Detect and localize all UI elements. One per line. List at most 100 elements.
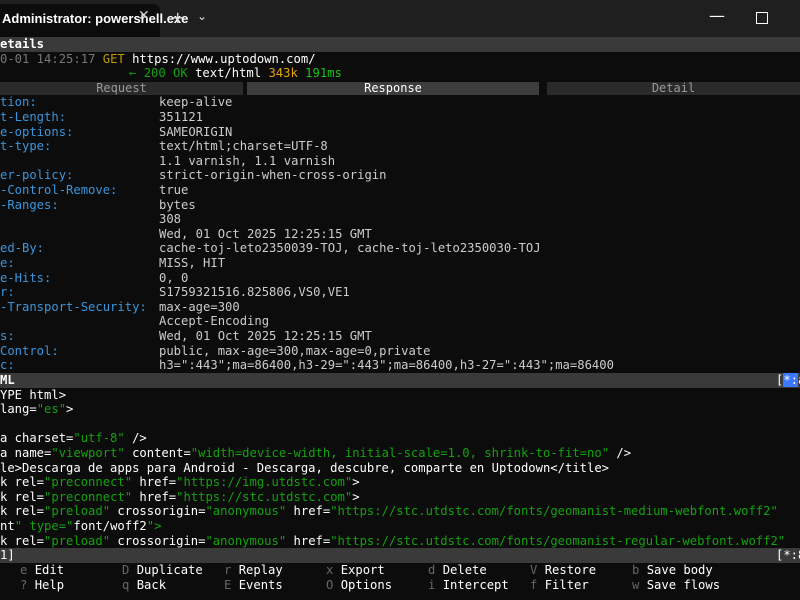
keybinding-help[interactable]: ? Help xyxy=(20,578,64,593)
header-value: keep-alive xyxy=(159,95,233,110)
keybinding-label: Duplicate xyxy=(136,563,203,577)
keybinding-label: Delete xyxy=(442,563,487,577)
keybinding-key: q xyxy=(122,577,130,592)
keybinding-replay[interactable]: r Replay xyxy=(224,563,283,578)
header-key: e: xyxy=(0,256,15,270)
tab-detail[interactable]: Detail xyxy=(547,81,800,95)
keybinding-key: b xyxy=(632,563,640,577)
header-key: tion: xyxy=(0,95,37,110)
status-right: [*:8 xyxy=(776,548,800,562)
header-value: Wed, 01 Oct 2025 12:25:15 GMT xyxy=(159,226,372,241)
keybinding-label: Intercept xyxy=(442,577,509,592)
header-value: true xyxy=(159,183,189,197)
chevron-down-icon[interactable]: ⌄ xyxy=(197,9,207,23)
header-value: strict-origin-when-cross-origin xyxy=(159,168,387,183)
keybinding-label: Options xyxy=(340,577,393,592)
header-value: bytes xyxy=(159,197,196,212)
keybinding-events[interactable]: E Events xyxy=(224,578,283,593)
header-value: cache-toj-leto2350039-TOJ, cache-toj-let… xyxy=(159,241,541,256)
new-tab-icon[interactable]: + xyxy=(171,8,184,27)
tab-request[interactable]: Request xyxy=(0,81,243,95)
detail-tabs: Request Response Detail xyxy=(0,81,800,96)
keybinding-label: Save flows xyxy=(646,577,721,592)
keybinding-key: i xyxy=(428,577,436,592)
body-line: nt" type="font/woff2"> xyxy=(0,519,162,533)
maximize-icon[interactable] xyxy=(756,12,768,24)
keybinding-key: E xyxy=(224,577,232,592)
header-key: ed-By: xyxy=(0,241,45,256)
header-value: max-age=300 xyxy=(159,299,240,314)
request-url: https://www.uptodown.com/ xyxy=(132,51,316,66)
keybinding-back[interactable]: q Back xyxy=(122,578,166,593)
minimize-icon[interactable]: — xyxy=(709,6,725,25)
tab-response[interactable]: Response xyxy=(247,81,539,95)
header-key: -Transport-Security: xyxy=(0,299,147,314)
response-line: ← 200 OK text/html 343k 191ms xyxy=(129,66,342,81)
terminal-tab[interactable]: Administrator: powershell.exe ✕ xyxy=(0,4,188,37)
body-type-label: ML xyxy=(0,373,15,387)
header-key: t-type: xyxy=(0,139,52,154)
header-key: er-policy: xyxy=(0,168,74,183)
header-key: Control: xyxy=(0,343,59,358)
body-line: k rel="preload" crossorigin="anonymous" … xyxy=(0,533,786,548)
body-line: a name="viewport" content="width=device-… xyxy=(0,446,632,460)
status-code: 200 OK xyxy=(143,66,188,81)
header-value: MISS, HIT xyxy=(159,256,226,270)
keybinding-key: V xyxy=(530,563,538,577)
keybinding-label: Help xyxy=(34,577,65,592)
terminal-pane[interactable]: etails 0-01 14:25:17 GET https://www.upt… xyxy=(0,37,800,600)
response-size: 343k xyxy=(268,66,298,81)
keybinding-save-body[interactable]: b Save body xyxy=(632,563,713,578)
body-line: le>Descarga de apps para Android - Desca… xyxy=(0,460,610,475)
body-view-indicator: [*:a xyxy=(776,373,800,387)
header-key: e-Hits: xyxy=(0,270,52,285)
body-line: YPE html> xyxy=(0,387,67,402)
keybinding-duplicate[interactable]: D Duplicate xyxy=(122,563,203,578)
header-value: 351121 xyxy=(159,110,204,124)
body-line: k rel="preload" crossorigin="anonymous" … xyxy=(0,504,778,519)
response-duration: 191ms xyxy=(305,66,342,81)
flow-details-bar: etails xyxy=(0,37,800,52)
title-bar: Administrator: powershell.exe ✕ + ⌄ — xyxy=(0,0,800,37)
header-value: 308 xyxy=(159,212,182,227)
keybinding-save-flows[interactable]: w Save flows xyxy=(632,578,720,593)
keybinding-restore[interactable]: V Restore xyxy=(530,563,596,578)
request-line: 0-01 14:25:17 GET https://www.uptodown.c… xyxy=(0,52,316,67)
keybinding-label: Filter xyxy=(544,577,589,592)
body-line: k rel="preconnect" href="https://stc.utd… xyxy=(0,489,360,504)
keybinding-intercept[interactable]: i Intercept xyxy=(428,578,509,593)
keybinding-options[interactable]: O Options xyxy=(326,578,392,593)
keybinding-filter[interactable]: f Filter xyxy=(530,578,589,593)
header-key: s: xyxy=(0,329,15,343)
status-bar: 1] [*:8 xyxy=(0,548,800,563)
keybinding-key: d xyxy=(428,563,436,577)
section-title: etails xyxy=(0,37,45,51)
keybinding-edit[interactable]: e Edit xyxy=(20,563,64,578)
keybinding-label: Back xyxy=(136,577,167,592)
keybinding-key: ? xyxy=(20,577,28,592)
response-arrow: ← xyxy=(129,66,137,81)
keybinding-key: O xyxy=(326,577,334,592)
keybinding-key: e xyxy=(20,563,28,577)
header-value: S1759321516.825806,VS0,VE1 xyxy=(159,285,350,300)
keybinding-key: w xyxy=(632,577,640,592)
keybinding-label: Edit xyxy=(34,563,65,577)
header-value: SAMEORIGIN xyxy=(159,124,233,139)
header-value: Wed, 01 Oct 2025 12:25:15 GMT xyxy=(159,329,372,343)
keybinding-key: r xyxy=(224,563,232,577)
close-icon[interactable]: ✕ xyxy=(138,8,150,24)
timestamp: 0-01 14:25:17 xyxy=(0,51,96,66)
header-value: text/html;charset=UTF-8 xyxy=(159,139,328,154)
view-mode-highlight: *: xyxy=(783,373,799,387)
keybinding-label: Save body xyxy=(646,563,713,577)
keybinding-delete[interactable]: d Delete xyxy=(428,563,487,578)
header-value: h3=":443";ma=86400,h3-29=":443";ma=86400… xyxy=(159,358,614,373)
header-key: -Ranges: xyxy=(0,197,59,212)
body-line: lang="es"> xyxy=(0,402,74,417)
keybinding-export[interactable]: x Export xyxy=(326,563,385,578)
tab-title: Administrator: powershell.exe xyxy=(2,11,189,26)
header-value: 1.1 varnish, 1.1 varnish xyxy=(159,153,336,168)
status-left: 1] xyxy=(0,548,15,562)
keybinding-label: Restore xyxy=(544,563,597,577)
header-value: 0, 0 xyxy=(159,270,189,285)
